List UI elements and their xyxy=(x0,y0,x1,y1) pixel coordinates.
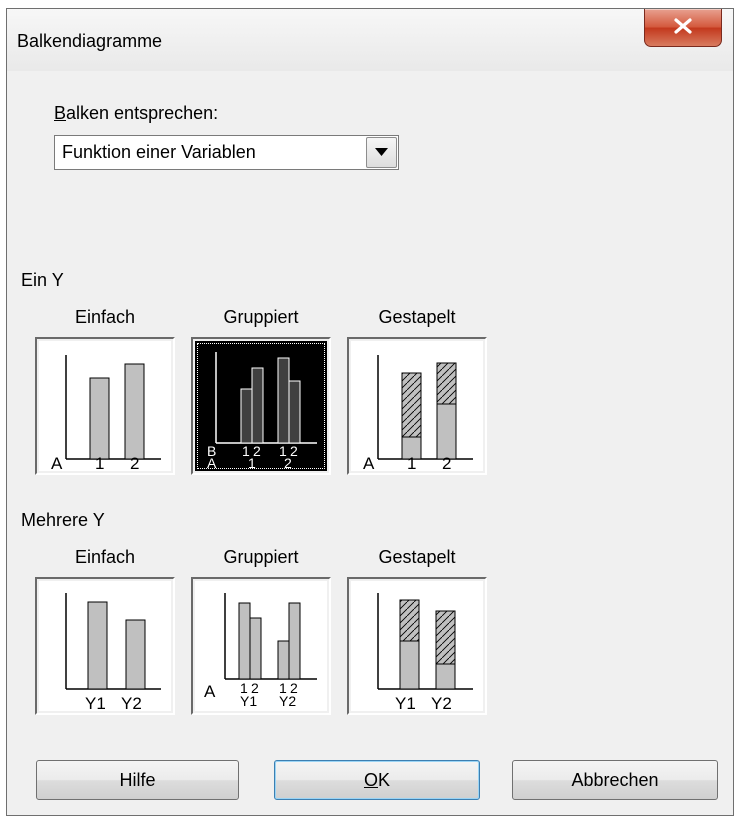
chart-type-one-y-simple[interactable]: A 1 2 xyxy=(35,337,175,475)
axis-label: Y1 xyxy=(395,694,416,711)
simple-bar-chart-icon: A 1 2 xyxy=(51,355,161,471)
axis-label: A xyxy=(207,455,217,471)
axis-label: 1 xyxy=(248,455,256,471)
axis-label: Y1 xyxy=(240,693,257,709)
cancel-button[interactable]: Abbrechen xyxy=(512,760,718,800)
chevron-down-icon xyxy=(375,148,388,156)
tile-caption: Gruppiert xyxy=(223,547,299,567)
close-button[interactable] xyxy=(644,9,722,47)
bars-represent-combobox[interactable]: Funktion einer Variablen xyxy=(54,135,399,170)
axis-label: A xyxy=(363,454,375,471)
bars-represent-label: Balken entsprechen: xyxy=(54,103,219,123)
axis-label: 1 xyxy=(95,454,104,471)
dialog-title: Balkendiagramme xyxy=(17,31,163,51)
axis-label: Y1 xyxy=(85,694,106,711)
help-button[interactable]: Hilfe xyxy=(36,760,239,800)
dialog-window: Balkendiagramme Balken entsprechen: Funk… xyxy=(6,8,734,816)
section-heading-multi-y: Mehrere Y xyxy=(21,510,105,530)
combobox-dropdown-button[interactable] xyxy=(366,137,397,168)
chart-type-one-y-stacked[interactable]: A 1 2 xyxy=(347,337,487,475)
dialog-body: Balken entsprechen: Funktion einer Varia… xyxy=(7,71,733,815)
tile-caption: Gestapelt xyxy=(378,547,456,567)
axis-label: A xyxy=(51,454,63,471)
axis-label: A xyxy=(204,682,216,701)
axis-label: Y2 xyxy=(431,694,452,711)
chart-type-one-y-grouped[interactable]: B 1 2 1 2 A 1 2 xyxy=(191,337,331,475)
tile-caption: Einfach xyxy=(74,307,136,327)
simple-bar-chart-icon: Y1 Y2 xyxy=(65,593,161,711)
axis-label: 2 xyxy=(130,454,139,471)
axis-label: 2 xyxy=(442,454,451,471)
ok-button[interactable]: OK xyxy=(274,760,480,800)
chart-type-multi-y-stacked[interactable]: Y1 Y2 xyxy=(347,577,487,715)
tile-caption: Gruppiert xyxy=(223,307,299,327)
stacked-bar-chart-icon: A 1 2 xyxy=(363,355,473,471)
tile-caption: Einfach xyxy=(74,547,136,567)
title-bar[interactable]: Balkendiagramme xyxy=(7,9,733,71)
tile-caption: Gestapelt xyxy=(378,307,456,327)
grouped-bar-chart-icon: A 1 2 1 2 Y1 Y2 xyxy=(204,593,317,709)
combobox-value: Funktion einer Variablen xyxy=(62,142,256,162)
section-heading-one-y: Ein Y xyxy=(21,270,64,290)
close-icon xyxy=(674,18,692,34)
stacked-bar-chart-icon: Y1 Y2 xyxy=(377,593,473,711)
axis-label: Y2 xyxy=(279,693,296,709)
grouped-bar-chart-icon: B 1 2 1 2 A 1 2 xyxy=(207,352,317,471)
chart-type-multi-y-simple[interactable]: Y1 Y2 xyxy=(35,577,175,715)
axis-label: 1 xyxy=(407,454,416,471)
axis-label: 2 xyxy=(284,455,292,471)
chart-type-multi-y-grouped[interactable]: A 1 2 1 2 Y1 Y2 xyxy=(191,577,331,715)
axis-label: Y2 xyxy=(121,694,142,711)
